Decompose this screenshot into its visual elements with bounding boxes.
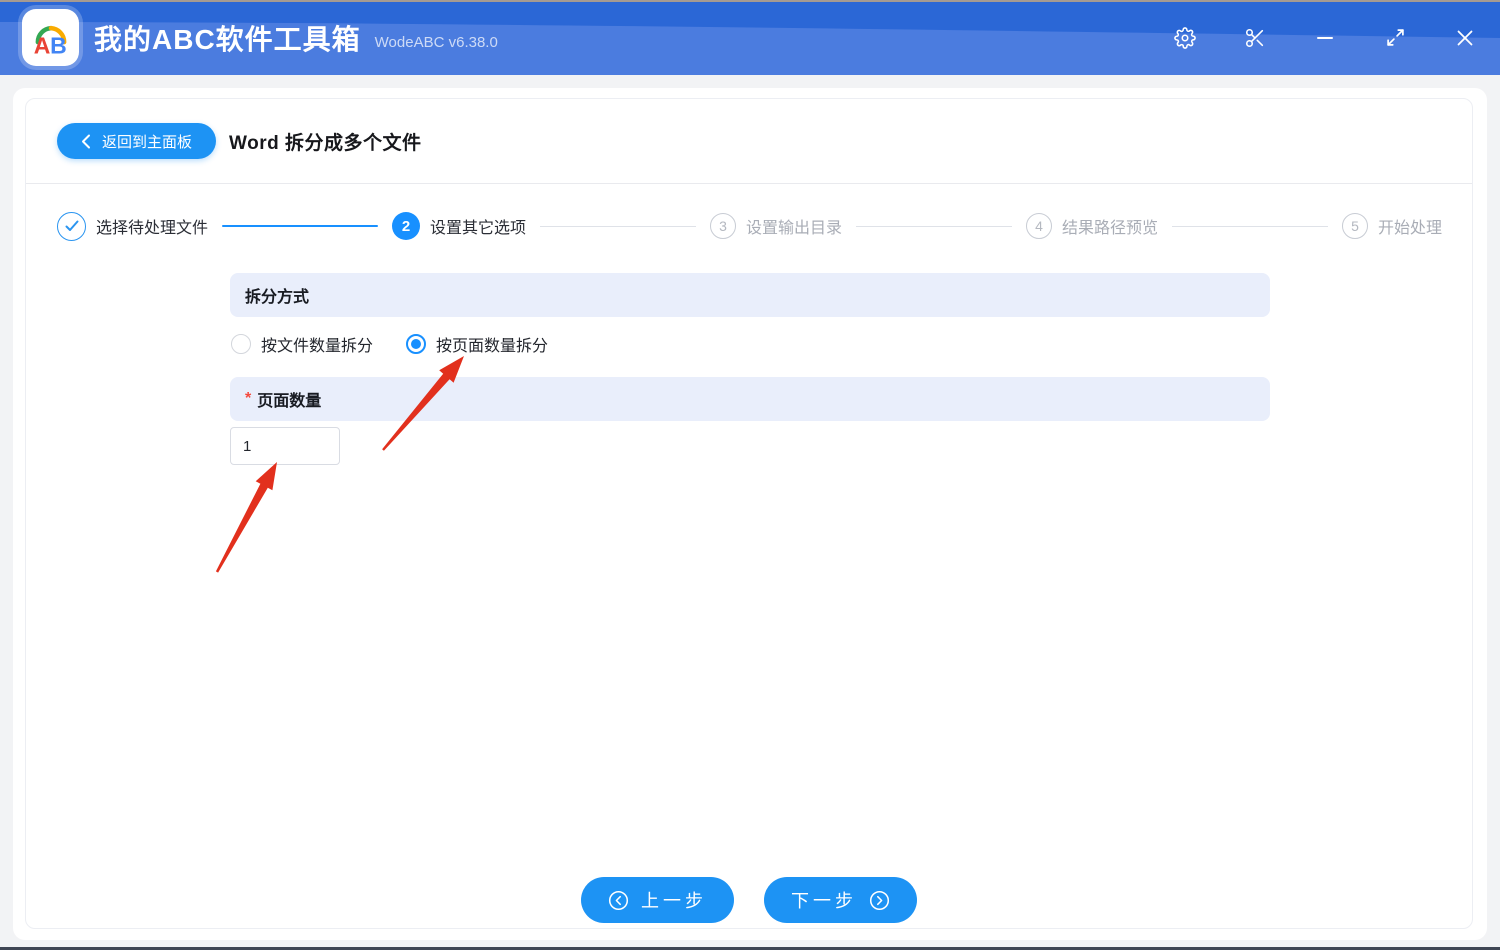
step-label: 开始处理 [1378, 214, 1442, 238]
split-method-title: 拆分方式 [245, 283, 309, 307]
minimize-button[interactable] [1290, 0, 1360, 75]
screenshot-button[interactable] [1220, 0, 1290, 75]
chevron-left-icon [81, 134, 91, 149]
main-panel: 返回到主面板 Word 拆分成多个文件 选择待处理文件 2 设置其它选项 3 设… [13, 88, 1487, 940]
required-marker: * [245, 390, 251, 408]
step-done-check-icon [57, 212, 86, 241]
circle-chevron-right-icon [869, 890, 890, 911]
content-card: 返回到主面板 Word 拆分成多个文件 选择待处理文件 2 设置其它选项 3 设… [25, 98, 1473, 929]
step-item-4: 4 结果路径预览 [1026, 213, 1158, 239]
radio-split-by-file-count[interactable]: 按文件数量拆分 [231, 332, 373, 356]
header-divider [26, 183, 1472, 184]
step-label: 设置输出目录 [746, 214, 842, 238]
svg-text:A: A [33, 32, 50, 58]
step-item-3: 3 设置输出目录 [710, 213, 842, 239]
page-title: Word 拆分成多个文件 [229, 128, 421, 155]
radio-unselected-icon [231, 334, 251, 354]
split-method-options: 按文件数量拆分 按页面数量拆分 [231, 331, 1270, 357]
options-form: 拆分方式 按文件数量拆分 按页面数量拆分 * 页面数量 [230, 273, 1270, 465]
step-connector-active [222, 225, 378, 227]
titlebar: A B 我的ABC软件工具箱 WodeABC v6.38.0 [0, 0, 1500, 75]
next-step-label: 下一步 [791, 887, 857, 913]
maximize-button[interactable] [1360, 0, 1430, 75]
radio-selected-icon [406, 334, 426, 354]
step-item-1: 选择待处理文件 [57, 212, 208, 241]
step-number-badge: 2 [392, 212, 420, 240]
page-count-input[interactable] [230, 427, 340, 465]
step-item-2: 2 设置其它选项 [392, 212, 526, 240]
step-label: 设置其它选项 [430, 214, 526, 238]
step-number-badge: 4 [1026, 213, 1052, 239]
app-title: 我的ABC软件工具箱 [94, 18, 361, 58]
window-top-edge [0, 0, 1500, 2]
circle-chevron-left-icon [608, 890, 629, 911]
step-item-5: 5 开始处理 [1342, 213, 1442, 239]
step-indicator: 选择待处理文件 2 设置其它选项 3 设置输出目录 4 结果路径预览 5 开始处… [57, 211, 1442, 241]
wizard-footer: 上一步 下一步 [26, 877, 1472, 923]
minimize-icon [1316, 29, 1334, 47]
page-count-title: 页面数量 [257, 387, 321, 411]
step-number-badge: 3 [710, 213, 736, 239]
next-step-button[interactable]: 下一步 [764, 877, 917, 923]
svg-text:B: B [50, 32, 67, 58]
settings-button[interactable] [1150, 0, 1220, 75]
previous-step-label: 上一步 [641, 887, 707, 913]
app-logo: A B [22, 9, 79, 66]
radio-label: 按页面数量拆分 [436, 332, 548, 356]
radio-label: 按文件数量拆分 [261, 332, 373, 356]
page-count-input-row [230, 427, 1270, 465]
page-header: 返回到主面板 Word 拆分成多个文件 [57, 123, 422, 159]
page-count-section-header: * 页面数量 [230, 377, 1270, 421]
step-connector [540, 226, 696, 227]
app-logo-icon: A B [28, 15, 74, 61]
window-controls [1150, 0, 1500, 75]
previous-step-button[interactable]: 上一步 [581, 877, 734, 923]
back-button-label: 返回到主面板 [102, 131, 192, 152]
step-number-badge: 5 [1342, 213, 1368, 239]
step-label: 选择待处理文件 [96, 214, 208, 238]
close-icon [1456, 29, 1474, 47]
scissors-icon [1244, 27, 1266, 49]
step-label: 结果路径预览 [1062, 214, 1158, 238]
back-to-dashboard-button[interactable]: 返回到主面板 [57, 123, 216, 159]
step-connector [1172, 226, 1328, 227]
split-method-section-header: 拆分方式 [230, 273, 1270, 317]
close-button[interactable] [1430, 0, 1500, 75]
app-version: WodeABC v6.38.0 [375, 34, 498, 51]
radio-split-by-page-count[interactable]: 按页面数量拆分 [406, 332, 548, 356]
expand-icon [1386, 28, 1405, 47]
step-connector [856, 226, 1012, 227]
gear-icon [1174, 27, 1196, 49]
